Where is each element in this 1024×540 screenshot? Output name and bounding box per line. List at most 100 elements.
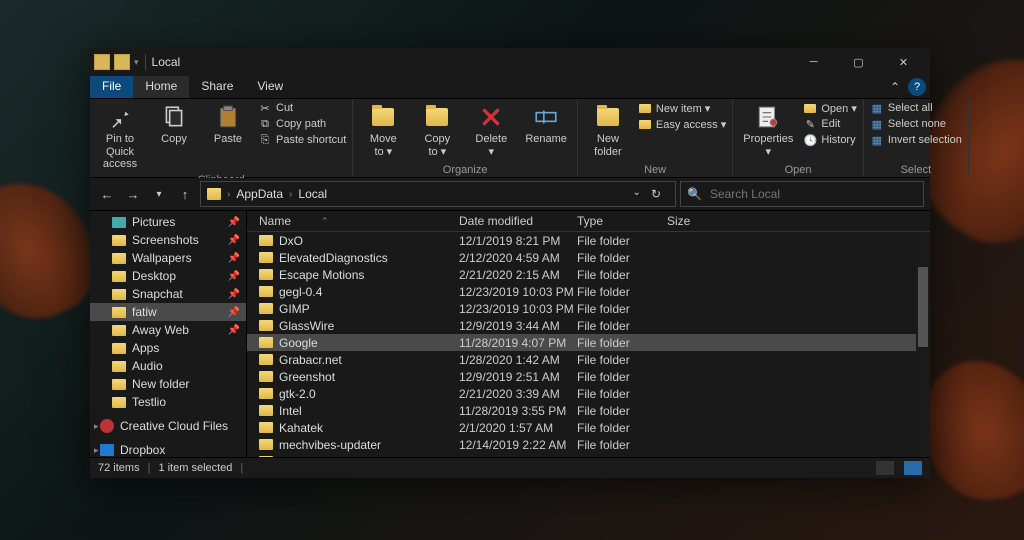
- open-button[interactable]: Open ▾: [803, 101, 857, 115]
- search-input[interactable]: [708, 186, 917, 202]
- nav-label: Snapchat: [132, 287, 183, 301]
- edit-button[interactable]: ✎Edit: [803, 117, 857, 131]
- file-list[interactable]: DxO12/1/2019 8:21 PMFile folderElevatedD…: [247, 232, 930, 457]
- tab-share[interactable]: Share: [189, 76, 245, 98]
- help-button[interactable]: ?: [908, 78, 926, 96]
- nav-item[interactable]: Screenshots📌: [90, 231, 246, 249]
- newitem-button[interactable]: New item ▾: [638, 101, 726, 115]
- nav-item[interactable]: New folder: [90, 375, 246, 393]
- pin-button[interactable]: Pin to Quickaccess: [96, 101, 144, 173]
- tab-home[interactable]: Home: [133, 76, 189, 98]
- copypath-button[interactable]: ⧉Copy path: [258, 117, 346, 131]
- file-row[interactable]: Google11/28/2019 4:07 PMFile folder: [247, 334, 930, 351]
- file-row[interactable]: GIMP12/23/2019 10:03 PMFile folder: [247, 300, 930, 317]
- file-type: File folder: [577, 404, 667, 418]
- pastesc-button[interactable]: ⎘Paste shortcut: [258, 133, 346, 147]
- col-type[interactable]: Type: [577, 214, 667, 228]
- icons-view-button[interactable]: [904, 461, 922, 475]
- selectall-button[interactable]: ▦Select all: [870, 101, 962, 115]
- chevron-down-icon[interactable]: ⌄: [633, 187, 641, 201]
- col-date[interactable]: Date modified: [459, 214, 577, 228]
- nav-item[interactable]: ▸ Dropbox: [90, 441, 246, 457]
- chevron-down-icon[interactable]: ▾: [134, 57, 139, 68]
- group-label: Organize: [443, 163, 488, 176]
- crumb[interactable]: Local: [298, 187, 327, 201]
- forward-button[interactable]: →: [122, 183, 144, 205]
- nav-item[interactable]: Away Web📌: [90, 321, 246, 339]
- nav-item[interactable]: Snapchat📌: [90, 285, 246, 303]
- file-row[interactable]: Grabacr.net1/28/2020 1:42 AMFile folder: [247, 351, 930, 368]
- scrollbar[interactable]: [916, 232, 930, 457]
- nav-item[interactable]: Testlio: [90, 393, 246, 411]
- copy-button[interactable]: Copy: [150, 101, 198, 148]
- delete-button[interactable]: Delete▾: [467, 101, 515, 160]
- titlebar[interactable]: ▾ Local ─ ▢ ✕: [90, 48, 930, 76]
- file-type: File folder: [577, 268, 667, 282]
- pastesc-icon: ⎘: [258, 133, 272, 147]
- rename-button[interactable]: Rename: [521, 101, 571, 148]
- nav-item[interactable]: ▸Creative Cloud Files: [90, 417, 246, 435]
- search-box[interactable]: 🔍: [680, 181, 924, 207]
- file-row[interactable]: Meltytech12/4/2019 12:12 AMFile folder: [247, 453, 930, 457]
- expand-icon[interactable]: ▸: [94, 445, 99, 456]
- file-name: Greenshot: [279, 370, 335, 384]
- history-button[interactable]: 🕓History: [803, 133, 857, 147]
- nav-item[interactable]: Pictures📌: [90, 213, 246, 231]
- file-row[interactable]: Greenshot12/9/2019 2:51 AMFile folder: [247, 368, 930, 385]
- nav-item[interactable]: Wallpapers📌: [90, 249, 246, 267]
- file-menu[interactable]: File: [90, 76, 133, 98]
- file-date: 12/23/2019 10:03 PM: [459, 302, 577, 316]
- file-row[interactable]: ElevatedDiagnostics2/12/2020 4:59 AMFile…: [247, 249, 930, 266]
- col-size[interactable]: Size: [667, 214, 727, 228]
- nav-pane[interactable]: Pictures📌Screenshots📌Wallpapers📌Desktop📌…: [90, 211, 247, 457]
- folder-icon[interactable]: [94, 54, 110, 70]
- address-bar[interactable]: › AppData › Local ⌄ ↻: [200, 181, 676, 207]
- nav-item[interactable]: Audio: [90, 357, 246, 375]
- details-view-button[interactable]: [876, 461, 894, 475]
- cut-button[interactable]: ✂Cut: [258, 101, 346, 115]
- nav-item[interactable]: Apps: [90, 339, 246, 357]
- folder-icon[interactable]: [114, 54, 130, 70]
- refresh-icon[interactable]: ↻: [651, 187, 661, 201]
- file-row[interactable]: Kahatek2/1/2020 1:57 AMFile folder: [247, 419, 930, 436]
- file-name: gegl-0.4: [279, 285, 322, 299]
- file-date: 11/28/2019 3:55 PM: [459, 404, 577, 418]
- col-name[interactable]: Name: [259, 214, 291, 228]
- maximize-button[interactable]: ▢: [836, 48, 881, 76]
- file-row[interactable]: gegl-0.412/23/2019 10:03 PMFile folder: [247, 283, 930, 300]
- recent-button[interactable]: ▾: [148, 183, 170, 205]
- tab-view[interactable]: View: [245, 76, 295, 98]
- nav-item[interactable]: fatiw📌: [90, 303, 246, 321]
- close-button[interactable]: ✕: [881, 48, 926, 76]
- cut-icon: ✂: [258, 101, 272, 115]
- file-row[interactable]: GlassWire12/9/2019 3:44 AMFile folder: [247, 317, 930, 334]
- file-row[interactable]: Intel11/28/2019 3:55 PMFile folder: [247, 402, 930, 419]
- nav-label: Audio: [132, 359, 163, 373]
- paste-button[interactable]: Paste: [204, 101, 252, 148]
- crumb[interactable]: AppData: [236, 187, 283, 201]
- explorer-window: ▾ Local ─ ▢ ✕ File Home Share View ⌃ ? P…: [90, 48, 930, 478]
- file-row[interactable]: Escape Motions2/21/2020 2:15 AMFile fold…: [247, 266, 930, 283]
- copyto-button[interactable]: Copyto ▾: [413, 101, 461, 160]
- properties-button[interactable]: Properties▾: [739, 101, 797, 160]
- invert-button[interactable]: ▦Invert selection: [870, 133, 962, 147]
- newfolder-button[interactable]: Newfolder: [584, 101, 632, 160]
- file-name: Escape Motions: [279, 268, 364, 282]
- moveto-button[interactable]: Moveto ▾: [359, 101, 407, 160]
- easyaccess-button[interactable]: Easy access ▾: [638, 117, 726, 131]
- file-row[interactable]: gtk-2.02/21/2020 3:39 AMFile folder: [247, 385, 930, 402]
- selectnone-button[interactable]: ▦Select none: [870, 117, 962, 131]
- back-button[interactable]: ←: [96, 183, 118, 205]
- nav-item[interactable]: Desktop📌: [90, 267, 246, 285]
- expand-icon[interactable]: ▸: [94, 421, 99, 432]
- up-button[interactable]: ↑: [174, 183, 196, 205]
- minimize-button[interactable]: ─: [791, 48, 836, 76]
- navbar: ← → ▾ ↑ › AppData › Local ⌄ ↻ 🔍: [90, 178, 930, 211]
- column-headers[interactable]: Name⌃ Date modified Type Size: [247, 211, 930, 232]
- collapse-ribbon[interactable]: ⌃: [884, 76, 906, 98]
- file-row[interactable]: DxO12/1/2019 8:21 PMFile folder: [247, 232, 930, 249]
- file-date: 2/21/2020 3:39 AM: [459, 387, 577, 401]
- nav-label: Dropbox: [120, 443, 165, 457]
- file-row[interactable]: mechvibes-updater12/14/2019 2:22 AMFile …: [247, 436, 930, 453]
- folder-icon: [259, 388, 273, 399]
